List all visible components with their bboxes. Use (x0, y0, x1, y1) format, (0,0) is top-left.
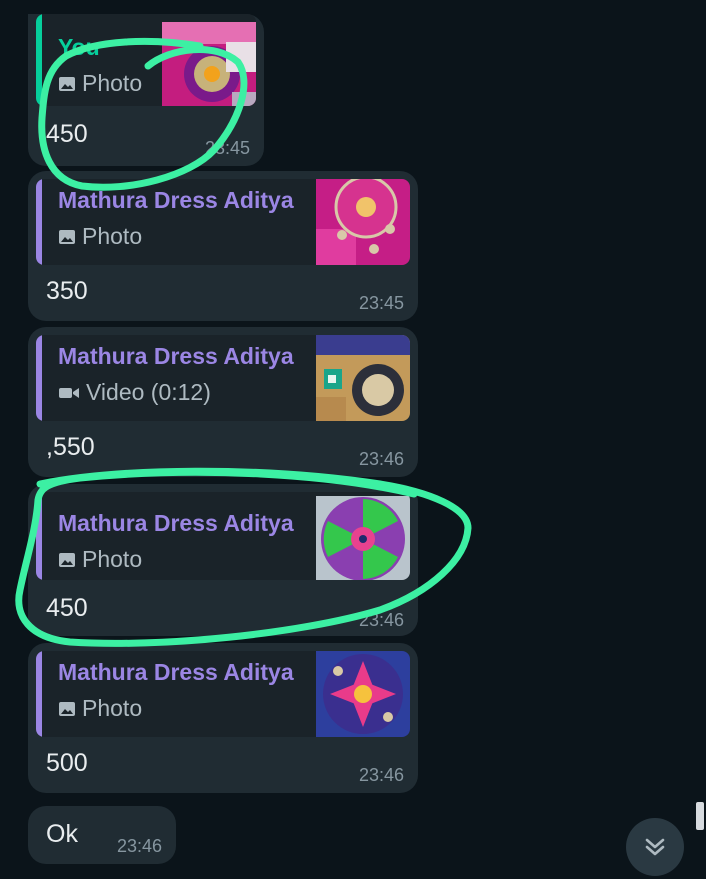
message-bubble[interactable]: Mathura Dress Aditya Photo 450 23:46 (28, 484, 418, 636)
quoted-video-thumbnail[interactable] (316, 335, 410, 421)
quote-bar (36, 179, 42, 265)
image-icon (59, 76, 75, 91)
quote-media-label: Photo (82, 546, 143, 572)
message-text: ,550 (46, 433, 95, 461)
video-camera-icon (59, 387, 79, 398)
quote-media: Video (0:12) (58, 379, 211, 406)
message-text: Ok (46, 820, 78, 848)
message-text: 350 (46, 277, 88, 305)
reply-quote[interactable]: Mathura Dress Aditya Video (0:12) (36, 335, 410, 421)
quote-bar (36, 335, 42, 421)
quote-media: Photo (58, 546, 142, 573)
image-icon (59, 552, 75, 567)
quote-sender: Mathura Dress Aditya (58, 659, 294, 685)
quoted-photo-thumbnail[interactable] (316, 651, 410, 737)
scroll-to-bottom-button[interactable] (626, 818, 684, 876)
quote-bar (36, 651, 42, 737)
message-text: 450 (46, 594, 88, 622)
message-text: 450 (46, 120, 88, 148)
quoted-photo-thumbnail[interactable] (316, 179, 410, 265)
message-time: 23:45 (204, 138, 250, 158)
quote-sender: You (58, 34, 100, 60)
quote-media: Photo (58, 70, 142, 97)
image-icon (59, 229, 75, 244)
quote-bar (36, 492, 42, 580)
quote-bar (36, 14, 42, 106)
quoted-photo-thumbnail[interactable] (162, 22, 256, 106)
reply-quote[interactable]: Mathura Dress Aditya Photo (36, 179, 410, 265)
quote-sender: Mathura Dress Aditya (58, 343, 294, 369)
message-bubble[interactable]: You Photo 450 23:45 (28, 14, 264, 166)
message-time: 23:46 (116, 836, 162, 856)
message-bubble[interactable]: Ok 23:46 (28, 806, 176, 864)
double-chevron-down-icon (645, 838, 665, 856)
quote-media: Photo (58, 695, 142, 722)
quote-sender: Mathura Dress Aditya (58, 510, 294, 536)
message-text: 500 (46, 749, 88, 777)
message-time: 23:46 (358, 765, 404, 785)
reply-quote[interactable]: Mathura Dress Aditya Photo (36, 492, 410, 580)
message-bubble[interactable]: Mathura Dress Aditya Photo 350 23:45 (28, 171, 418, 321)
message-time: 23:45 (358, 293, 404, 313)
quote-media-label: Photo (82, 223, 143, 249)
quote-media-label: Photo (82, 695, 143, 721)
message-bubble[interactable]: Mathura Dress Aditya Photo 500 23:46 (28, 643, 418, 793)
reply-quote[interactable]: You Photo (36, 14, 256, 106)
message-time: 23:46 (358, 610, 404, 630)
reply-quote[interactable]: Mathura Dress Aditya Photo (36, 651, 410, 737)
quote-sender: Mathura Dress Aditya (58, 187, 294, 213)
message-bubble[interactable]: Mathura Dress Aditya Video (0:12) ,550 2… (28, 327, 418, 477)
image-icon (59, 701, 75, 716)
quote-media-label: Video (0:12) (86, 379, 211, 405)
message-time: 23:46 (358, 449, 404, 469)
quote-media-label: Photo (82, 70, 143, 96)
quoted-photo-thumbnail[interactable] (316, 496, 410, 580)
scrollbar-thumb[interactable] (696, 802, 704, 830)
quote-media: Photo (58, 223, 142, 250)
